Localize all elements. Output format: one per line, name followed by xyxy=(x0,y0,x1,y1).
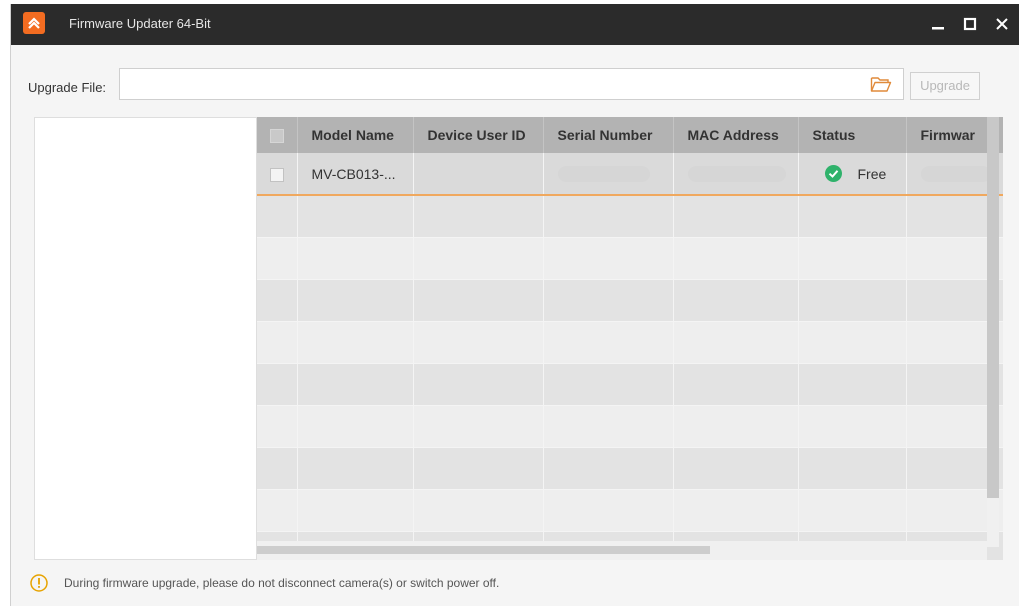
status-text: Free xyxy=(857,165,887,182)
minimize-icon[interactable] xyxy=(925,12,951,36)
title-bar: Firmware Updater 64-Bit xyxy=(11,4,1019,45)
table-header-row: Model Name Device User ID Serial Number … xyxy=(257,117,1003,153)
column-header-serial-number[interactable]: Serial Number xyxy=(543,117,674,153)
upgrade-file-input[interactable] xyxy=(119,68,904,100)
checkbox-box[interactable] xyxy=(269,129,284,144)
upgrade-file-label: Upgrade File: xyxy=(28,80,107,95)
maximize-icon[interactable] xyxy=(957,12,983,36)
table-row-empty xyxy=(257,237,1003,280)
warning-icon xyxy=(30,574,48,592)
column-header-mac-address[interactable]: MAC Address xyxy=(673,117,799,153)
checkbox-box[interactable] xyxy=(269,167,284,182)
close-icon[interactable] xyxy=(989,12,1015,36)
horizontal-scrollbar-thumb[interactable] xyxy=(257,546,710,554)
serial-number-cell xyxy=(543,153,674,196)
device-tree-panel[interactable] xyxy=(34,117,257,560)
column-header-status[interactable]: Status xyxy=(798,117,907,153)
redacted-serial-number xyxy=(557,166,650,183)
table-row-empty xyxy=(257,363,1003,406)
table-row-empty xyxy=(257,279,1003,322)
table-row-empty xyxy=(257,405,1003,448)
window-title: Firmware Updater 64-Bit xyxy=(69,16,211,31)
table-row[interactable]: MV-CB013-... Free xyxy=(257,153,1003,196)
column-header-device-user-id[interactable]: Device User ID xyxy=(413,117,544,153)
row-checkbox[interactable] xyxy=(257,153,298,196)
column-header-model-name[interactable]: Model Name xyxy=(297,117,414,153)
status-cell: Free xyxy=(798,153,907,196)
model-name-cell: MV-CB013-... xyxy=(297,153,414,196)
app-logo-icon xyxy=(23,12,45,34)
app-window: Firmware Updater 64-Bit Upgrade File: Up… xyxy=(10,4,1019,606)
table-row-empty xyxy=(257,447,1003,490)
redacted-firmware xyxy=(920,166,991,183)
warning-message: During firmware upgrade, please do not d… xyxy=(64,576,500,590)
check-circle-icon xyxy=(824,165,842,182)
table-row-empty xyxy=(257,195,1003,238)
vertical-scrollbar-thumb[interactable] xyxy=(987,117,999,498)
device-table[interactable]: Model Name Device User ID Serial Number … xyxy=(257,117,1003,560)
folder-open-icon[interactable] xyxy=(869,74,893,94)
table-row-empty xyxy=(257,489,1003,532)
device-user-id-cell xyxy=(413,153,544,196)
mac-address-cell xyxy=(673,153,799,196)
upgrade-button[interactable]: Upgrade xyxy=(910,72,980,100)
select-all-checkbox[interactable] xyxy=(257,117,298,153)
redacted-mac-address xyxy=(687,166,786,183)
table-row-empty xyxy=(257,321,1003,364)
